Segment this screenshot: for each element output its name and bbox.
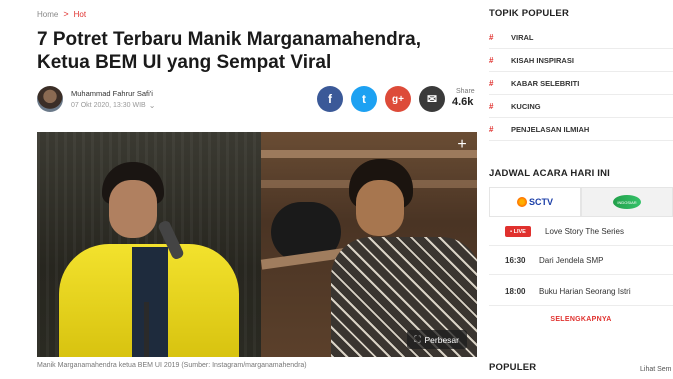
hash-icon: # — [489, 32, 494, 42]
facebook-share-button[interactable]: f — [317, 86, 343, 112]
breadcrumb-separator: > — [63, 9, 69, 19]
tab-indosiar[interactable]: INDOSIAR — [581, 187, 673, 216]
email-icon: ✉ — [426, 92, 438, 106]
breadcrumb-home[interactable]: Home — [37, 10, 58, 19]
see-more-link[interactable]: SELENGKAPNYA — [489, 316, 673, 323]
hash-icon: # — [489, 124, 494, 134]
program-name: Love Story The Series — [545, 227, 625, 236]
topic-label: KISAH INSPIRASI — [511, 55, 574, 65]
plus-icon[interactable]: + — [453, 136, 471, 154]
populer-title: POPULER — [489, 362, 537, 373]
article-date-text: 07 Okt 2020, 13:30 WIB — [71, 102, 146, 109]
topic-label: KUCING — [511, 101, 541, 111]
twitter-icon: t — [362, 92, 366, 106]
chevron-down-icon[interactable]: ⌄ — [149, 101, 156, 110]
channel-tabs: SCTV INDOSIAR — [489, 187, 673, 217]
program-name: Buku Harian Seorang Istri — [539, 287, 631, 296]
author-avatar[interactable] — [37, 86, 63, 112]
topic-label: KABAR SELEBRITI — [511, 78, 580, 88]
schedule-row[interactable]: 18:00 Buku Harian Seorang Istri — [489, 278, 673, 306]
expand-icon: ⛶ — [414, 334, 421, 344]
indosiar-logo: INDOSIAR — [613, 195, 641, 209]
topik-populer-title: TOPIK POPULER — [489, 8, 570, 19]
topic-list: # VIRAL # KISAH INSPIRASI # KABAR SELEBRITI… — [489, 26, 673, 141]
mic-stand — [144, 302, 149, 357]
photo-caption: Manik Marganamahendra ketua BEM UI 2019 … — [37, 362, 307, 369]
program-time: 18:00 — [505, 287, 526, 296]
hash-icon: # — [489, 55, 494, 65]
breadcrumb: Home > Hot — [37, 9, 86, 19]
dark-shirt — [132, 247, 168, 357]
schedule-row[interactable]: • LIVE Love Story The Series — [489, 218, 673, 246]
photo-right-panel — [260, 132, 477, 357]
topic-item[interactable]: # KABAR SELEBRITI — [489, 72, 673, 95]
program-time: 16:30 — [505, 256, 526, 265]
breadcrumb-current[interactable]: Hot — [74, 10, 86, 19]
sctv-logo: SCTV — [516, 197, 553, 207]
article-photo[interactable]: + ⛶ Perbesar — [37, 132, 477, 357]
enlarge-button[interactable]: ⛶ Perbesar — [406, 330, 467, 349]
schedule-row[interactable]: 16:30 Dari Jendela SMP — [489, 247, 673, 275]
live-badge: • LIVE — [505, 226, 531, 237]
google-plus-icon: g+ — [392, 93, 404, 105]
article-date: 07 Okt 2020, 13:30 WIB ⌄ — [71, 101, 155, 110]
facebook-icon: f — [328, 92, 332, 106]
jadwal-title: JADWAL ACARA HARI INI — [489, 168, 611, 179]
hash-icon: # — [489, 101, 494, 111]
topic-label: PENJELASAN ILMIAH — [511, 124, 590, 134]
topic-item[interactable]: # VIRAL — [489, 26, 673, 49]
person-face — [109, 180, 157, 238]
enlarge-label: Perbesar — [424, 334, 460, 345]
topic-item[interactable]: # PENJELASAN ILMIAH — [489, 118, 673, 141]
hash-icon: # — [489, 78, 494, 88]
see-all-link[interactable]: Lihat Sem — [640, 366, 672, 373]
sctv-dot-icon — [516, 197, 527, 207]
topic-item[interactable]: # KISAH INSPIRASI — [489, 49, 673, 72]
wood-beam — [261, 150, 477, 158]
share-label: Share — [456, 88, 475, 95]
program-name: Dari Jendela SMP — [539, 256, 604, 265]
google-plus-share-button[interactable]: g+ — [385, 86, 411, 112]
author-name[interactable]: Muhammad Fahrur Safi'i — [71, 89, 153, 98]
topic-item[interactable]: # KUCING — [489, 95, 673, 118]
article-title: 7 Potret Terbaru Manik Marganamahendra, … — [37, 29, 421, 73]
tab-sctv[interactable]: SCTV — [489, 187, 581, 216]
topic-label: VIRAL — [511, 32, 534, 42]
email-share-button[interactable]: ✉ — [419, 86, 445, 112]
person-face — [356, 180, 404, 236]
twitter-share-button[interactable]: t — [351, 86, 377, 112]
share-count: 4.6k — [452, 96, 474, 108]
photo-left-panel — [37, 132, 261, 357]
